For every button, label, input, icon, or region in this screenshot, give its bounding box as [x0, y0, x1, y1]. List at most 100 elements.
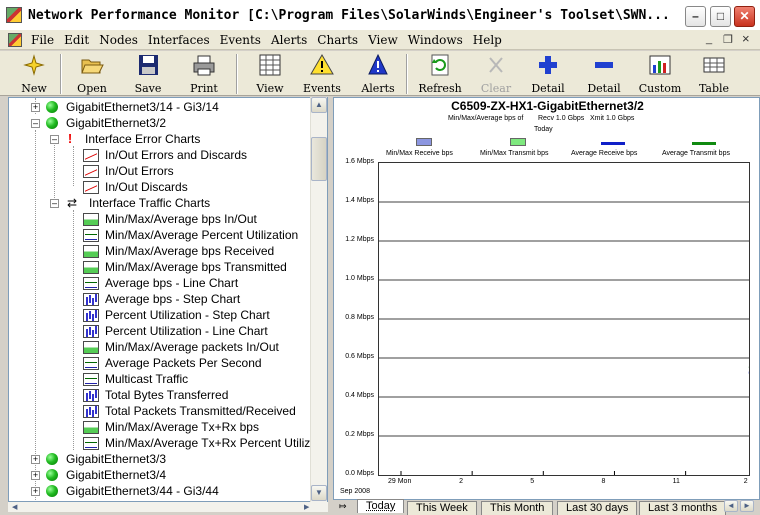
tree-item-label: Percent Utilization - Line Chart — [105, 324, 268, 338]
toolbar-label: Alerts — [361, 82, 395, 95]
scroll-thumb[interactable] — [311, 137, 327, 181]
tree-item-label: Interface Error Charts — [85, 132, 201, 146]
tree-horizontal-scrollbar[interactable]: ◀ ▶ — [8, 502, 328, 512]
tree-vertical-scrollbar[interactable]: ▲ ▼ — [310, 97, 327, 502]
expand-icon[interactable]: + — [31, 486, 40, 496]
scroll-down-button[interactable]: ▼ — [311, 485, 327, 501]
menu-charts[interactable]: Charts — [312, 33, 363, 47]
tab-today[interactable]: Today — [357, 499, 405, 513]
tree-chart-item[interactable]: Average Packets Per Second — [83, 355, 262, 371]
y-tick-label: 1.4 Mbps — [345, 197, 374, 204]
menu-windows[interactable]: Windows — [403, 33, 468, 47]
toolbar-save-button[interactable]: Save — [122, 53, 174, 95]
tree-chart-item[interactable]: Min/Max/Average Percent Utilization — [83, 227, 298, 243]
toolbar-print-button[interactable]: Print — [178, 53, 230, 95]
tree-chart-item[interactable]: Min/Max/Average bps Transmitted — [83, 259, 287, 275]
tab-this-month[interactable]: This Month — [481, 501, 554, 515]
toolbar-label: Custom — [638, 82, 682, 95]
menu-view[interactable]: View — [363, 33, 403, 47]
tree-chart-item[interactable]: Average bps - Step Chart — [83, 291, 240, 307]
tree-chart-group[interactable]: – ⇄ Interface Traffic Charts — [50, 195, 210, 211]
toolbar-open-button[interactable]: Open — [66, 53, 118, 95]
document-icon[interactable] — [8, 32, 22, 47]
folder-open-icon — [79, 53, 105, 77]
tab-scroll-left-button[interactable]: ◄ — [724, 500, 738, 512]
chart-type-icon — [83, 148, 99, 162]
toolbar-custom-button[interactable]: Custom — [634, 53, 686, 95]
tree-chart-item[interactable]: Min/Max/Average packets In/Out — [83, 339, 279, 355]
tree-chart-item[interactable]: Total Packets Transmitted/Received — [83, 403, 296, 419]
tree-chart-item[interactable]: Min/Max/Average Tx+Rx Percent Utilizatio… — [83, 435, 327, 451]
app-icon — [6, 7, 22, 23]
tree-chart-item[interactable]: Min/Max/Average bps In/Out — [83, 211, 257, 227]
tree-interface-node[interactable]: + GigabitEthernet3/44 - Gi3/44 — [31, 483, 219, 499]
mdi-minimize-button[interactable]: _ — [706, 33, 712, 45]
detail-minus-icon — [591, 53, 617, 77]
tree-interface-node[interactable]: + GigabitEthernet3/3 — [31, 451, 166, 467]
tab-last-3-months[interactable]: Last 3 months — [639, 501, 727, 515]
chart-type-icon — [83, 308, 99, 322]
menu-file[interactable]: File — [26, 33, 59, 47]
tree-chart-item[interactable]: Min/Max/Average Tx+Rx bps — [83, 419, 259, 435]
tree-item-label: In/Out Errors — [105, 164, 174, 178]
scroll-up-button[interactable]: ▲ — [311, 97, 327, 113]
menu-edit[interactable]: Edit — [59, 33, 94, 47]
scroll-right-button[interactable]: ▶ — [304, 503, 309, 511]
tree-chart-item[interactable]: Percent Utilization - Line Chart — [83, 323, 268, 339]
collapse-icon[interactable]: – — [31, 118, 40, 128]
expand-icon[interactable]: + — [31, 470, 40, 480]
toolbar-label: New — [21, 82, 47, 95]
tab-scroll-first-icon[interactable]: ⤇ — [339, 501, 347, 512]
tree-interface-node[interactable]: + GigabitEthernet3/14 - Gi3/14 — [31, 99, 219, 115]
mdi-restore-button[interactable]: ❐ — [723, 33, 733, 46]
toolbar-table-button[interactable]: Table — [690, 53, 738, 95]
expand-icon[interactable]: + — [31, 454, 40, 464]
toolbar-detail-button-minus[interactable]: Detail — [578, 53, 630, 95]
close-button[interactable]: ✕ — [734, 6, 755, 27]
toolbar-label: Clear — [480, 82, 512, 95]
toolbar-view-button[interactable]: View — [244, 53, 296, 95]
tree-chart-item[interactable]: Percent Utilization - Step Chart — [83, 307, 270, 323]
tree-chart-item[interactable]: Multicast Traffic — [83, 371, 188, 387]
toolbar-label: Table — [698, 82, 730, 95]
tree-chart-item[interactable]: In/Out Errors and Discards — [83, 147, 247, 163]
menu-nodes[interactable]: Nodes — [94, 33, 143, 47]
menu-help[interactable]: Help — [468, 33, 507, 47]
tree-chart-group[interactable]: –! Interface Error Charts — [50, 131, 200, 147]
tree-item-label: Min/Max/Average bps Received — [105, 244, 275, 258]
tree-interface-node[interactable]: – GigabitEthernet3/2 — [31, 115, 166, 131]
traffic-arrows-icon: ⇄ — [66, 196, 78, 210]
collapse-icon[interactable]: – — [50, 198, 59, 208]
tab-this-week[interactable]: This Week — [407, 501, 477, 515]
toolbar-refresh-button[interactable]: Refresh — [414, 53, 466, 95]
tree-item-label: GigabitEthernet3/4 — [66, 468, 167, 482]
chart-svg — [379, 201, 760, 475]
menu-interfaces[interactable]: Interfaces — [143, 33, 215, 47]
scroll-left-button[interactable]: ◀ — [12, 503, 17, 511]
mdi-close-button[interactable]: × — [742, 31, 750, 46]
tab-last-30-days[interactable]: Last 30 days — [557, 501, 638, 515]
interface-tree[interactable]: + GigabitEthernet3/14 - Gi3/14– GigabitEth… — [8, 97, 328, 502]
tree-chart-item[interactable]: In/Out Discards — [83, 179, 188, 195]
tree-chart-item[interactable]: In/Out Errors — [83, 163, 174, 179]
maximize-button[interactable]: □ — [710, 6, 731, 27]
tree-item-label: Multicast Traffic — [105, 372, 189, 386]
toolbar-label: Refresh — [418, 82, 462, 95]
expand-icon[interactable]: + — [31, 102, 40, 112]
toolbar-events-button[interactable]: Events — [296, 53, 348, 95]
collapse-icon[interactable]: – — [50, 134, 59, 144]
y-tick-label: 0.8 Mbps — [345, 314, 374, 321]
toolbar-new-button[interactable]: New — [8, 53, 60, 95]
tab-scroll-right-button[interactable]: ► — [740, 500, 754, 512]
tree-chart-item[interactable]: Min/Max/Average bps Received — [83, 243, 274, 259]
toolbar-clear-button[interactable]: Clear — [470, 53, 522, 95]
menu-events[interactable]: Events — [215, 33, 266, 47]
minimize-button[interactable]: – — [685, 6, 706, 27]
menu-alerts[interactable]: Alerts — [266, 33, 312, 47]
tree-interface-node[interactable]: + GigabitEthernet3/4 — [31, 467, 166, 483]
refresh-icon — [427, 53, 453, 77]
toolbar-alerts-button[interactable]: Alerts — [352, 53, 404, 95]
toolbar-detail-button-plus[interactable]: Detail — [522, 53, 574, 95]
tree-chart-item[interactable]: Total Bytes Transferred — [83, 387, 228, 403]
tree-chart-item[interactable]: Average bps - Line Chart — [83, 275, 238, 291]
